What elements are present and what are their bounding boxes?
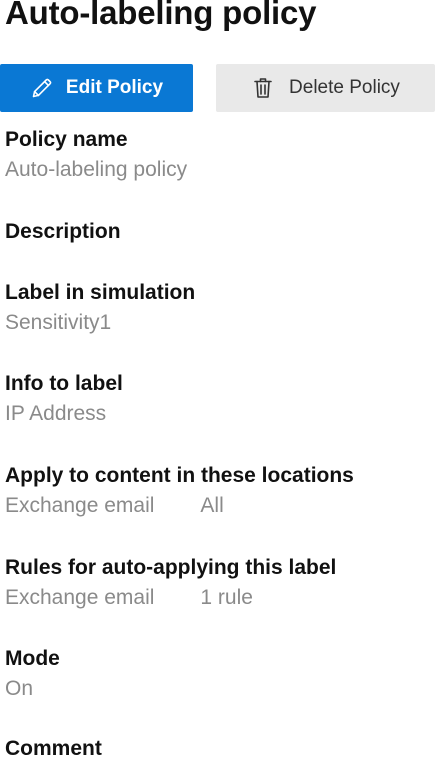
- locations-label: Apply to content in these locations: [5, 464, 354, 487]
- rules-field: Rules for auto-applying this label Excha…: [5, 555, 430, 611]
- delete-policy-button[interactable]: Delete Policy: [216, 64, 435, 112]
- mode-field: Mode On: [5, 646, 430, 702]
- page-title: Auto-labeling policy: [5, 0, 317, 31]
- trash-icon: [251, 76, 275, 100]
- label-in-simulation-value: Sensitivity1: [5, 311, 112, 334]
- pencil-icon: [30, 76, 54, 100]
- edit-policy-label: Edit Policy: [65, 77, 164, 98]
- edit-policy-button[interactable]: Edit Policy: [0, 64, 193, 112]
- locations-scope: All: [200, 494, 224, 517]
- rules-row: Exchange email 1 rule: [5, 585, 430, 611]
- label-in-simulation-field: Label in simulation Sensitivity1: [5, 280, 430, 336]
- policy-name-value: Auto-labeling policy: [5, 158, 188, 181]
- mode-label: Mode: [5, 647, 60, 670]
- comment-field: Comment: [5, 736, 430, 762]
- info-to-label-value: IP Address: [5, 402, 107, 425]
- label-in-simulation-label: Label in simulation: [5, 281, 196, 304]
- rules-label: Rules for auto-applying this label: [5, 556, 337, 579]
- delete-policy-label: Delete Policy: [289, 77, 400, 98]
- locations-row: Exchange email All: [5, 493, 430, 519]
- locations-field: Apply to content in these locations Exch…: [5, 463, 430, 519]
- info-to-label-field: Info to label IP Address: [5, 371, 430, 427]
- policy-name-label: Policy name: [5, 128, 128, 151]
- policy-toolbar: Edit Policy Delete Policy: [0, 64, 435, 112]
- rules-count: 1 rule: [200, 586, 253, 609]
- description-field: Description: [5, 219, 430, 245]
- mode-value: On: [5, 677, 34, 700]
- policy-name-field: Policy name Auto-labeling policy: [5, 127, 430, 183]
- info-to-label-label: Info to label: [5, 372, 123, 395]
- rules-location: Exchange email: [5, 586, 155, 609]
- description-label: Description: [5, 220, 121, 243]
- comment-label: Comment: [5, 737, 102, 760]
- locations-location: Exchange email: [5, 494, 155, 517]
